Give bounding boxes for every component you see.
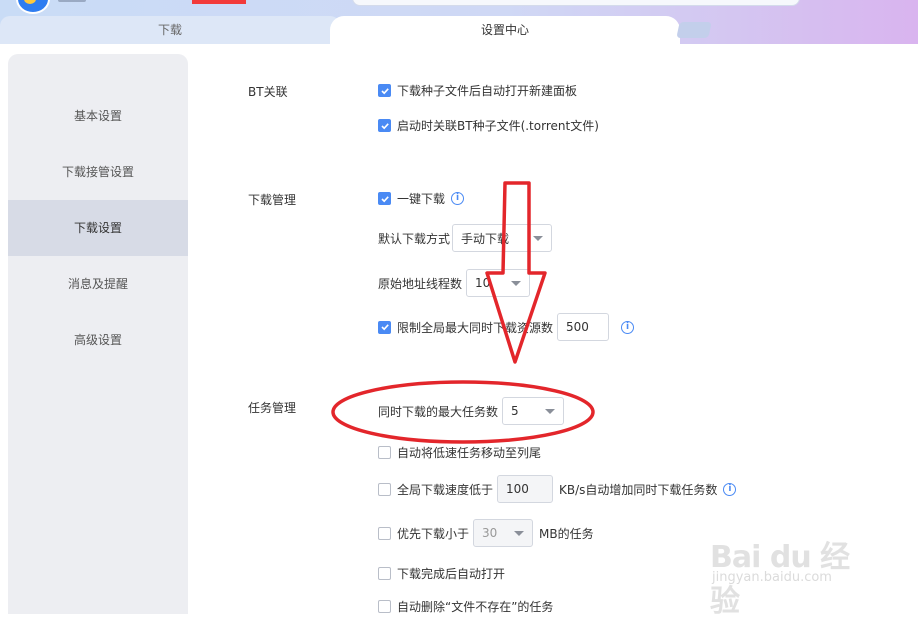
- speed-threshold-input[interactable]: 100: [497, 475, 554, 503]
- checkbox-move-slow[interactable]: [378, 446, 391, 459]
- sidebar-item-advanced[interactable]: 高级设置: [8, 312, 188, 368]
- select-value: 手动下载: [461, 231, 510, 246]
- sidebar-item-download[interactable]: 下载设置: [8, 200, 188, 256]
- watermark-url: jingyan.baidu.com: [712, 570, 832, 585]
- bt-auto-open-row: 下载种子文件后自动打开新建面板: [378, 82, 577, 99]
- checkbox-label: 自动删除“文件不存在”的任务: [397, 600, 554, 614]
- threads-select[interactable]: 10: [466, 269, 531, 297]
- checkbox-auto-delete[interactable]: [378, 600, 391, 613]
- checkbox-limit-sources[interactable]: [378, 320, 391, 334]
- new-tab-button[interactable]: [676, 22, 712, 38]
- select-value: 10: [475, 276, 491, 290]
- sidebar-item-notifications[interactable]: 消息及提醒: [8, 256, 188, 312]
- bt-associate-row: 启动时关联BT种子文件(.torrent文件): [378, 117, 599, 134]
- checkbox-priority-small[interactable]: [378, 526, 391, 540]
- checkbox-auto-open-panel[interactable]: [378, 84, 391, 97]
- checkbox-label: 限制全局最大同时下载资源数: [397, 320, 554, 335]
- field-label: 原始地址线程数: [378, 276, 463, 291]
- tab-settings[interactable]: 设置中心: [330, 16, 680, 44]
- auto-open-row: 下载完成后自动打开: [378, 565, 505, 582]
- speed-suffix-label: KB/s自动增加同时下载任务数: [559, 482, 718, 497]
- max-tasks-select[interactable]: 5: [502, 397, 565, 425]
- info-icon[interactable]: i: [723, 482, 737, 496]
- field-label: 默认下载方式: [378, 231, 451, 246]
- speed-below-row: 全局下载速度低于 100 KB/s自动增加同时下载任务数 i: [378, 475, 737, 503]
- checkbox-auto-open[interactable]: [378, 567, 391, 580]
- checkbox-label: 自动将低速任务移动至列尾: [397, 446, 542, 460]
- title-bar: 下载 设置中心: [0, 0, 918, 44]
- checkbox-label: 启动时关联BT种子文件(.torrent文件): [397, 119, 599, 133]
- chevron-down-icon: [511, 280, 522, 286]
- check-icon: [380, 195, 389, 202]
- select-value: 30: [482, 526, 498, 540]
- search-input[interactable]: [352, 0, 800, 6]
- one-click-row: 一键下载 i: [378, 190, 465, 207]
- checkbox-label: 下载完成后自动打开: [397, 567, 506, 581]
- section-label-bt: BT关联: [248, 85, 288, 99]
- priority-small-row: 优先下载小于 30 MB的任务: [378, 519, 594, 547]
- watermark: Bai du 经验 jingyan.baidu.com: [710, 512, 860, 619]
- chevron-down-icon: [514, 530, 525, 536]
- sidebar-item-takeover[interactable]: 下载接管设置: [8, 144, 188, 200]
- vip-badge[interactable]: [192, 0, 246, 4]
- checkbox-associate-torrent[interactable]: [378, 119, 391, 132]
- chevron-down-icon: [533, 235, 544, 241]
- limit-sources-input[interactable]: 500: [557, 313, 610, 341]
- sidebar-item-basic[interactable]: 基本设置: [8, 88, 188, 144]
- threads-row: 原始地址线程数 10: [378, 269, 531, 297]
- section-label-task-mgmt: 任务管理: [248, 401, 297, 415]
- checkbox-speed-below[interactable]: [378, 482, 391, 496]
- settings-sidebar: 基本设置 下载接管设置 下载设置 消息及提醒 高级设置: [8, 54, 188, 614]
- chevron-down-icon: [545, 408, 556, 414]
- limit-sources-row: 限制全局最大同时下载资源数 500 i: [378, 313, 635, 341]
- max-tasks-row: 同时下载的最大任务数 5: [378, 397, 565, 425]
- section-label-download-mgmt: 下载管理: [248, 193, 297, 207]
- auto-delete-row: 自动删除“文件不存在”的任务: [378, 598, 553, 615]
- checkbox-label: 全局下载速度低于: [397, 482, 494, 497]
- check-icon: [380, 324, 389, 331]
- checkbox-label: 优先下载小于: [397, 526, 470, 541]
- default-mode-select[interactable]: 手动下载: [452, 224, 553, 252]
- checkbox-label: 下载种子文件后自动打开新建面板: [397, 84, 578, 98]
- check-icon: [380, 87, 389, 94]
- checkbox-one-click[interactable]: [378, 192, 391, 205]
- info-icon[interactable]: i: [621, 320, 635, 334]
- priority-suffix-label: MB的任务: [539, 526, 594, 541]
- priority-size-select[interactable]: 30: [473, 519, 534, 547]
- info-icon[interactable]: i: [451, 192, 465, 205]
- select-value: 5: [511, 404, 519, 418]
- user-name: [58, 0, 86, 2]
- field-label: 同时下载的最大任务数: [378, 404, 499, 419]
- move-slow-row: 自动将低速任务移动至列尾: [378, 444, 541, 461]
- default-mode-row: 默认下载方式 手动下载: [378, 224, 553, 252]
- check-icon: [380, 122, 389, 129]
- tab-download[interactable]: 下载: [0, 16, 340, 44]
- checkbox-label: 一键下载: [397, 192, 446, 206]
